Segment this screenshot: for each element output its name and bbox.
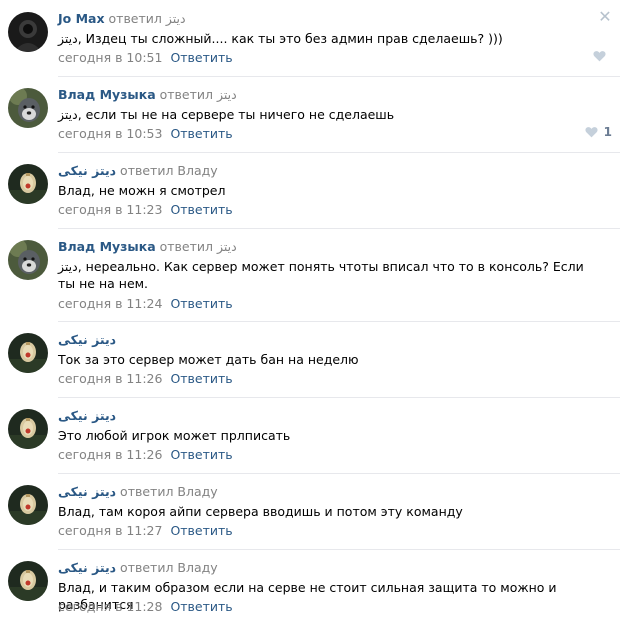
timestamp[interactable]: сегодня в 11:28	[58, 599, 162, 614]
comment: Jo Max ответил ديتز ✕ ديتز, Издец ты сло…	[0, 0, 628, 76]
comment-text: Ток за это сервер может дать бан на неде…	[58, 352, 359, 367]
comment-text: Влад, не можн я смотрел	[58, 183, 226, 198]
author-link[interactable]: ديتز نيكى	[58, 484, 116, 499]
reply-to-link[interactable]: Владу	[177, 560, 217, 575]
reply-button[interactable]: Ответить	[170, 126, 232, 141]
comment: ديتز نيكى ответил Владу Влад, там короя …	[0, 473, 628, 549]
heart-icon	[593, 51, 606, 62]
reply-to-link[interactable]: Владу	[177, 484, 217, 499]
reply-button[interactable]: Ответить	[170, 599, 232, 614]
comment: ديتز نيكى Это любой игрок может прлписат…	[0, 397, 628, 473]
reply-button[interactable]: Ответить	[170, 371, 232, 386]
author-link[interactable]: Влад Музыка	[58, 239, 156, 254]
replied-label: ответил	[120, 484, 174, 499]
timestamp[interactable]: сегодня в 10:53	[58, 126, 162, 141]
like-button[interactable]	[593, 49, 612, 63]
reply-to-link[interactable]: ديتز	[166, 11, 186, 26]
timestamp[interactable]: сегодня в 10:51	[58, 50, 162, 65]
reply-button[interactable]: Ответить	[170, 523, 232, 538]
author-link[interactable]: ديتز نيكى	[58, 408, 116, 423]
replied-label: ответил	[120, 560, 174, 575]
comment-text: ديتز, Издец ты сложный.... как ты это бе…	[58, 31, 503, 46]
comment: ديتز نيكى ответил Владу Влад, и таким об…	[0, 549, 628, 625]
comment-text: Влад, там короя айпи сервера вводишь и п…	[58, 504, 463, 519]
comment-header: Jo Max ответил ديتز	[58, 11, 186, 26]
reply-button[interactable]: Ответить	[170, 50, 232, 65]
comment-header: ديتز نيكى ответил Владу	[58, 560, 218, 575]
comment-header: Влад Музыка ответил ديتز	[58, 239, 237, 254]
comment-header: ديتز نيكى ответил Владу	[58, 163, 218, 178]
avatar[interactable]	[8, 88, 48, 128]
comment: ديتز نيكى Ток за это сервер может дать б…	[0, 321, 628, 397]
comments-feed: Jo Max ответил ديتز ✕ ديتز, Издец ты сло…	[0, 0, 628, 625]
comment-header: ديتز نيكى	[58, 332, 116, 347]
avatar[interactable]	[8, 12, 48, 52]
author-link[interactable]: ديتز نيكى	[58, 332, 116, 347]
comment-text: ديتز, нереально. Как сервер может понять…	[58, 259, 584, 291]
replied-label: ответил	[108, 11, 162, 26]
comment-meta: сегодня в 11:26 Ответить	[58, 371, 233, 386]
comment: ديتز نيكى ответил Владу Влад, не можн я …	[0, 152, 628, 228]
author-link[interactable]: ديتز نيكى	[58, 163, 116, 178]
heart-icon	[585, 127, 598, 138]
reply-to-link[interactable]: Владу	[177, 163, 217, 178]
close-icon[interactable]: ✕	[598, 9, 612, 25]
comment-meta: сегодня в 10:51 Ответить	[58, 50, 233, 65]
avatar[interactable]	[8, 164, 48, 204]
comment-meta: сегодня в 11:26 Ответить	[58, 447, 233, 462]
replied-label: ответил	[159, 239, 214, 254]
timestamp[interactable]: сегодня в 11:26	[58, 447, 162, 462]
reply-to-link[interactable]: ديتز	[217, 239, 237, 254]
avatar[interactable]	[8, 240, 48, 280]
comment-header: Влад Музыка ответил ديتز	[58, 87, 237, 102]
replied-label: ответил	[120, 163, 174, 178]
avatar[interactable]	[8, 409, 48, 449]
author-link[interactable]: ديتز نيكى	[58, 560, 116, 575]
comment-meta: сегодня в 11:28 Ответить	[58, 599, 233, 614]
comment-header: ديتز نيكى	[58, 408, 116, 423]
comment-text: Это любой игрок может прлписать	[58, 428, 291, 443]
timestamp[interactable]: сегодня в 11:26	[58, 371, 162, 386]
author-link[interactable]: Jo Max	[58, 11, 105, 26]
avatar[interactable]	[8, 485, 48, 525]
reply-to-link[interactable]: ديتز	[217, 87, 237, 102]
timestamp[interactable]: сегодня в 11:24	[58, 296, 162, 311]
comment-meta: сегодня в 10:53 Ответить	[58, 126, 233, 141]
avatar[interactable]	[8, 561, 48, 601]
comment-text: ديتز, если ты не на сервере ты ничего не…	[58, 107, 395, 122]
timestamp[interactable]: сегодня в 11:27	[58, 523, 162, 538]
replied-label: ответил	[159, 87, 214, 102]
comment: Влад Музыка ответил ديتز ديتز, нереально…	[0, 228, 628, 321]
reply-button[interactable]: Ответить	[170, 296, 232, 311]
like-button[interactable]: 1	[585, 125, 612, 139]
timestamp[interactable]: сегодня в 11:23	[58, 202, 162, 217]
reply-button[interactable]: Ответить	[170, 447, 232, 462]
comment-meta: сегодня в 11:24 Ответить	[58, 296, 233, 311]
avatar[interactable]	[8, 333, 48, 373]
reply-button[interactable]: Ответить	[170, 202, 232, 217]
like-count: 1	[603, 125, 612, 139]
comment-meta: сегодня в 11:23 Ответить	[58, 202, 233, 217]
comment-meta: сегодня в 11:27 Ответить	[58, 523, 233, 538]
author-link[interactable]: Влад Музыка	[58, 87, 156, 102]
comment: Влад Музыка ответил ديتز ديتز, если ты н…	[0, 76, 628, 152]
comment-header: ديتز نيكى ответил Владу	[58, 484, 218, 499]
